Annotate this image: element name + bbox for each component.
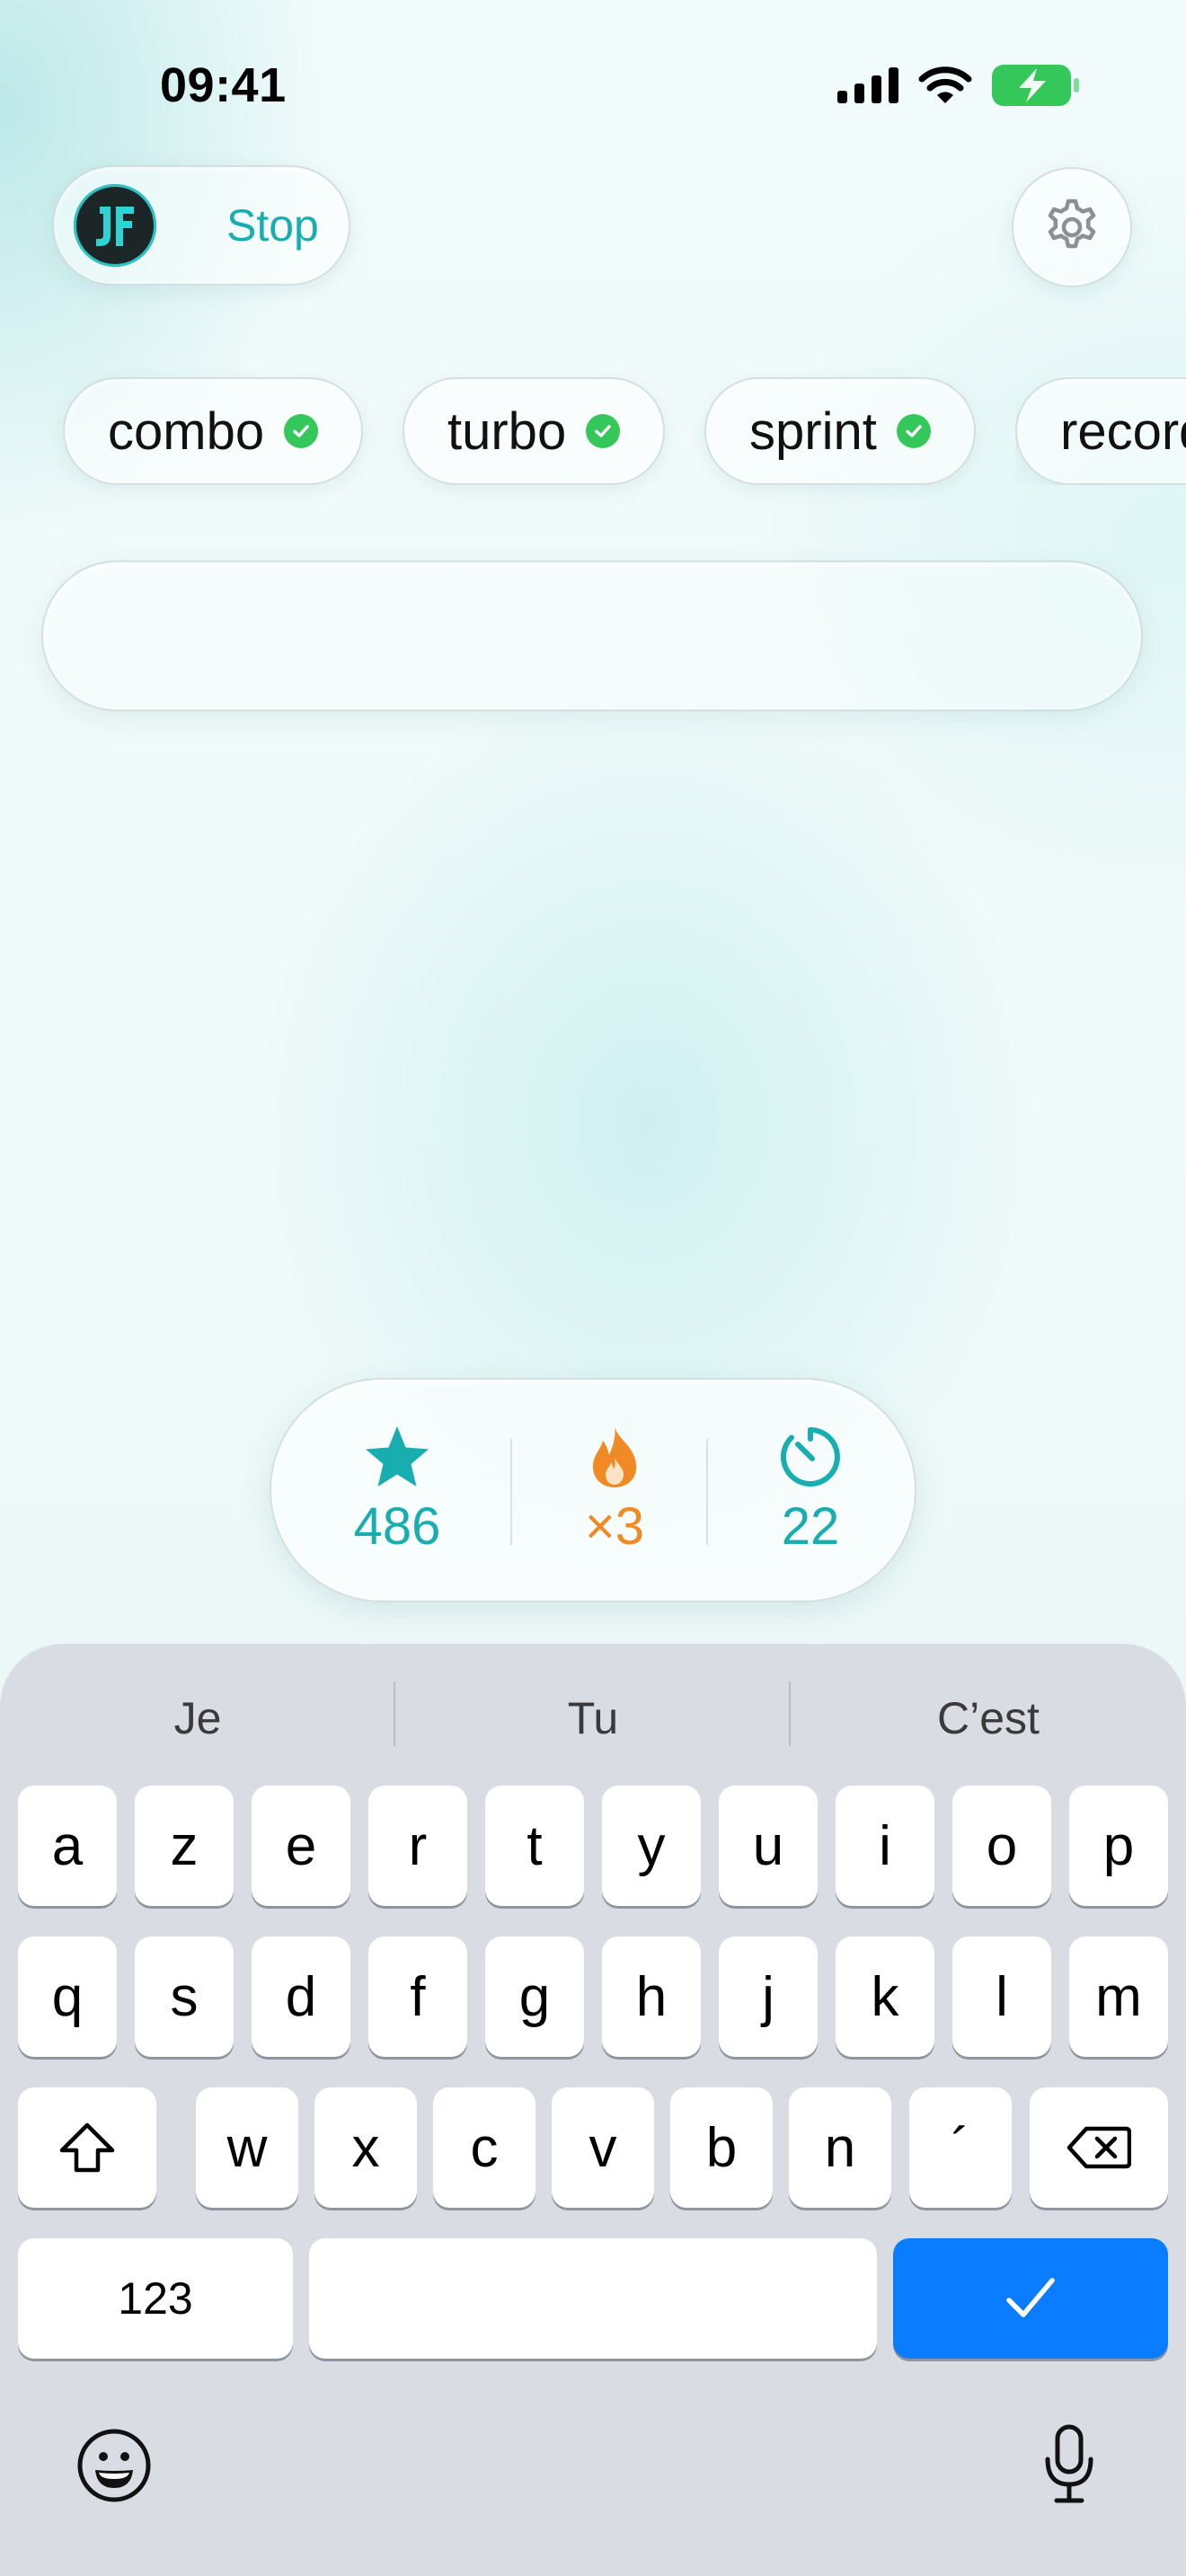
flame-icon bbox=[592, 1425, 637, 1487]
suggestion-1[interactable]: Je bbox=[0, 1692, 395, 1744]
key-q[interactable]: q bbox=[18, 1936, 117, 2057]
key-f[interactable]: f bbox=[368, 1936, 467, 2057]
key-o[interactable]: o bbox=[952, 1786, 1051, 1906]
answer-input-container[interactable] bbox=[41, 560, 1143, 711]
key-g[interactable]: g bbox=[485, 1936, 584, 2057]
tag-record[interactable]: record bbox=[1015, 377, 1186, 485]
wifi-icon bbox=[918, 66, 972, 103]
space-key[interactable] bbox=[309, 2238, 877, 2359]
app-logo bbox=[74, 184, 156, 267]
key-i[interactable]: i bbox=[836, 1786, 934, 1906]
check-icon bbox=[284, 414, 319, 448]
settings-button[interactable] bbox=[1012, 167, 1132, 287]
suggestion-3[interactable]: C’est bbox=[791, 1692, 1186, 1744]
stat-score: 486 bbox=[307, 1380, 487, 1601]
stat-multiplier: ×3 bbox=[534, 1380, 695, 1601]
key-l[interactable]: l bbox=[952, 1936, 1051, 2057]
check-icon bbox=[586, 414, 621, 448]
app-logo-icon bbox=[96, 207, 134, 246]
submit-key[interactable] bbox=[893, 2238, 1168, 2359]
key-e[interactable]: e bbox=[252, 1786, 350, 1906]
battery-charging-icon bbox=[992, 65, 1079, 106]
backspace-key[interactable] bbox=[1030, 2087, 1168, 2208]
key-v[interactable]: v bbox=[552, 2087, 654, 2208]
check-icon bbox=[896, 414, 931, 448]
key-u[interactable]: u bbox=[719, 1786, 818, 1906]
key-j[interactable]: j bbox=[719, 1936, 818, 2057]
signal-icon bbox=[837, 67, 898, 103]
key-w[interactable]: w bbox=[196, 2087, 298, 2208]
emoji-icon bbox=[77, 2429, 151, 2502]
tag-combo[interactable]: combo bbox=[63, 377, 364, 485]
shift-icon bbox=[59, 2122, 115, 2173]
key-s[interactable]: s bbox=[135, 1936, 234, 2057]
tag-label: sprint bbox=[749, 401, 877, 461]
key-r[interactable]: r bbox=[368, 1786, 467, 1906]
key-d[interactable]: d bbox=[252, 1936, 350, 2057]
gear-icon bbox=[1048, 198, 1096, 249]
key-z[interactable]: z bbox=[135, 1786, 234, 1906]
dictation-button[interactable] bbox=[1042, 2423, 1096, 2510]
stop-label: Stop bbox=[226, 200, 319, 251]
timer-icon bbox=[780, 1426, 840, 1486]
tag-turbo[interactable]: turbo bbox=[403, 377, 666, 485]
stats-divider bbox=[510, 1439, 512, 1545]
status-icons bbox=[837, 65, 1080, 106]
status-time: 09:41 bbox=[160, 58, 287, 112]
key-m[interactable]: m bbox=[1069, 1936, 1168, 2057]
key-x[interactable]: x bbox=[314, 2087, 417, 2208]
key-b[interactable]: b bbox=[670, 2087, 773, 2208]
emoji-button[interactable] bbox=[75, 2427, 153, 2509]
keyboard: Je Tu C’est a z e r t y u i o p q s d f … bbox=[0, 1645, 1186, 2576]
answer-input[interactable] bbox=[43, 562, 1141, 710]
numbers-key[interactable]: 123 bbox=[18, 2238, 293, 2359]
key-h[interactable]: h bbox=[602, 1936, 701, 2057]
key-y[interactable]: y bbox=[602, 1786, 701, 1906]
key-acute[interactable]: ´ bbox=[909, 2087, 1012, 2208]
microphone-icon bbox=[1045, 2424, 1093, 2503]
key-c[interactable]: c bbox=[433, 2087, 535, 2208]
star-icon bbox=[366, 1425, 429, 1486]
tag-clip: record bbox=[1015, 377, 1186, 485]
stats-panel: 486 ×3 22 bbox=[270, 1378, 916, 1602]
stop-button[interactable]: Stop bbox=[52, 165, 350, 286]
tag-label: turbo bbox=[447, 401, 567, 461]
key-n[interactable]: n bbox=[789, 2087, 891, 2208]
tag-label: record bbox=[1060, 401, 1186, 461]
key-t[interactable]: t bbox=[485, 1786, 584, 1906]
stats-divider bbox=[706, 1439, 708, 1545]
suggestion-2[interactable]: Tu bbox=[395, 1692, 791, 1744]
multiplier-value: ×3 bbox=[584, 1496, 645, 1556]
stat-timer: 22 bbox=[721, 1380, 900, 1601]
tag-label: combo bbox=[108, 401, 265, 461]
key-k[interactable]: k bbox=[836, 1936, 934, 2057]
shift-key[interactable] bbox=[18, 2087, 156, 2208]
score-value: 486 bbox=[353, 1496, 441, 1556]
key-a[interactable]: a bbox=[18, 1786, 117, 1906]
tag-sprint[interactable]: sprint bbox=[704, 377, 976, 485]
checkmark-icon bbox=[1006, 2278, 1055, 2317]
timer-value: 22 bbox=[781, 1496, 840, 1556]
backspace-icon bbox=[1067, 2126, 1131, 2169]
key-p[interactable]: p bbox=[1069, 1786, 1168, 1906]
